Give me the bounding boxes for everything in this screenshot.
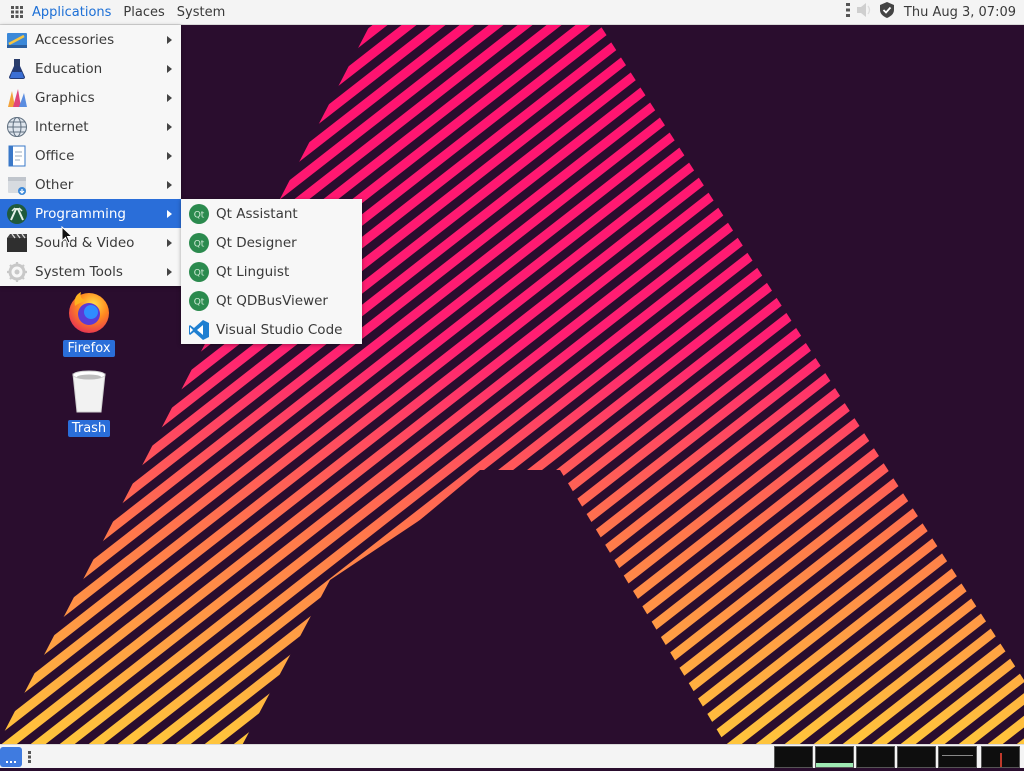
education-icon — [6, 58, 28, 80]
menu-item-other[interactable]: Other — [0, 170, 181, 199]
qt-icon: Qt — [188, 290, 210, 312]
trash-icon — [65, 368, 113, 416]
system-tray: Thu Aug 3, 07:09 — [845, 0, 1024, 25]
menu-item-label: Qt Designer — [216, 234, 297, 251]
menu-item-system-tools[interactable]: System Tools — [0, 257, 181, 286]
qt-icon: Qt — [188, 203, 210, 225]
menu-item-label: Qt Linguist — [216, 263, 290, 280]
applications-menu: Accessories Education Graphics Internet … — [0, 25, 181, 286]
menu-item-visual-studio-code[interactable]: Visual Studio Code — [181, 315, 362, 344]
panel-menubar: Applications Places System — [0, 0, 231, 25]
volume-icon[interactable] — [856, 2, 874, 22]
menu-item-label: Sound & Video — [35, 234, 135, 251]
top-panel: Applications Places System Thu Aug 3, 07… — [0, 0, 1024, 25]
qt-icon: Qt — [188, 232, 210, 254]
applications-menu-button[interactable]: Applications — [26, 0, 117, 25]
sound-video-icon — [6, 232, 28, 254]
menu-item-label: Office — [35, 147, 75, 164]
svg-text:Qt: Qt — [194, 239, 205, 249]
desktop-icon-firefox[interactable]: Firefox — [59, 288, 119, 357]
clock[interactable]: Thu Aug 3, 07:09 — [904, 5, 1016, 20]
workspace-3[interactable] — [856, 746, 895, 768]
menu-item-label: Other — [35, 176, 74, 193]
workspace-5[interactable] — [938, 746, 977, 768]
menu-item-qt-qdbusviewer[interactable]: Qt Qt QDBusViewer — [181, 286, 362, 315]
menu-item-label: Visual Studio Code — [216, 321, 343, 338]
menu-item-label: Education — [35, 60, 103, 77]
firefox-icon — [65, 288, 113, 336]
vscode-icon — [188, 319, 210, 341]
mouse-cursor-icon — [61, 226, 74, 244]
submenu-arrow-icon — [167, 181, 172, 189]
menu-item-label: Programming — [35, 205, 126, 222]
panel-handle-icon[interactable] — [845, 2, 850, 22]
submenu-arrow-icon — [167, 36, 172, 44]
internet-icon — [6, 116, 28, 138]
workspace-4[interactable] — [897, 746, 936, 768]
programming-submenu: Qt Qt Assistant Qt Qt Designer Qt Qt Lin… — [181, 199, 362, 344]
desktop-icon-trash[interactable]: Trash — [59, 368, 119, 437]
shield-icon[interactable] — [879, 2, 894, 22]
menu-item-office[interactable]: Office — [0, 141, 181, 170]
svg-text:Qt: Qt — [194, 210, 205, 220]
workspace-1[interactable] — [774, 746, 813, 768]
menu-item-qt-linguist[interactable]: Qt Qt Linguist — [181, 257, 362, 286]
svg-text:Qt: Qt — [194, 268, 205, 278]
workspace-6[interactable] — [981, 746, 1020, 768]
menu-item-qt-assistant[interactable]: Qt Qt Assistant — [181, 199, 362, 228]
system-menu-button[interactable]: System — [171, 0, 231, 25]
menu-item-programming[interactable]: Programming — [0, 199, 181, 228]
menu-item-label: Qt QDBusViewer — [216, 292, 328, 309]
bottom-panel — [0, 744, 1024, 768]
desktop-icon-label: Firefox — [63, 340, 115, 357]
qt-icon: Qt — [188, 261, 210, 283]
menu-item-graphics[interactable]: Graphics — [0, 83, 181, 112]
system-tools-icon — [6, 261, 28, 283]
menu-item-education[interactable]: Education — [0, 54, 181, 83]
submenu-arrow-icon — [167, 239, 172, 247]
menu-item-accessories[interactable]: Accessories — [0, 25, 181, 54]
desktop-icon-label: Trash — [67, 420, 111, 437]
menu-item-label: Internet — [35, 118, 89, 135]
menu-item-sound-video[interactable]: Sound & Video — [0, 228, 181, 257]
submenu-arrow-icon — [167, 94, 172, 102]
submenu-arrow-icon — [167, 210, 172, 218]
menu-item-label: Graphics — [35, 89, 95, 106]
places-menu-button[interactable]: Places — [117, 0, 170, 25]
menu-item-label: Qt Assistant — [216, 205, 298, 222]
menu-item-internet[interactable]: Internet — [0, 112, 181, 141]
submenu-arrow-icon — [167, 65, 172, 73]
menu-item-label: Accessories — [35, 31, 115, 48]
apps-grid-icon[interactable] — [8, 0, 26, 25]
submenu-arrow-icon — [167, 268, 172, 276]
programming-icon — [6, 203, 28, 225]
submenu-arrow-icon — [167, 152, 172, 160]
office-icon — [6, 145, 28, 167]
submenu-arrow-icon — [167, 123, 172, 131]
graphics-icon — [6, 87, 28, 109]
show-desktop-button[interactable] — [0, 747, 22, 767]
workspace-2[interactable] — [815, 746, 854, 768]
menu-item-qt-designer[interactable]: Qt Qt Designer — [181, 228, 362, 257]
menu-item-label: System Tools — [35, 263, 123, 280]
svg-text:Qt: Qt — [194, 297, 205, 307]
panel-handle-icon[interactable] — [28, 751, 31, 763]
other-icon — [6, 174, 28, 196]
accessories-icon — [6, 29, 28, 51]
